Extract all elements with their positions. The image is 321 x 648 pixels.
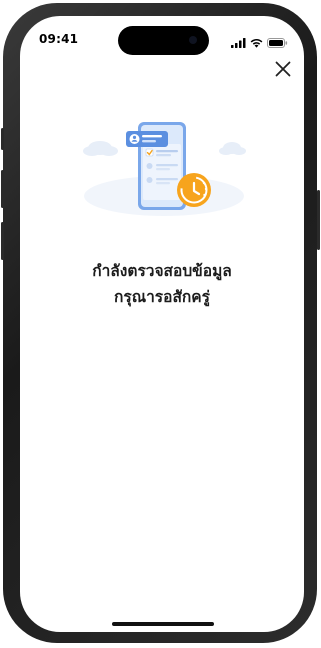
- close-button[interactable]: [272, 60, 294, 82]
- cellular-signal-icon: [231, 33, 246, 52]
- message-title: กำลังตรวจสอบข้อมูล: [92, 262, 232, 280]
- side-button-volume-up: [1, 170, 4, 208]
- verification-illustration: [76, 114, 252, 224]
- app-screen: 09:41 กำลังตรวจสอบข้อมูล กรุณารอสักครู่: [20, 16, 304, 632]
- wifi-icon: [250, 33, 263, 52]
- camera-icon: [189, 36, 197, 44]
- status-time: 09:41: [39, 32, 79, 46]
- home-indicator[interactable]: [112, 622, 214, 626]
- cloud-left-icon: [83, 141, 118, 156]
- status-icons: [231, 33, 288, 52]
- battery-icon: [267, 33, 288, 52]
- status-message: กำลังตรวจสอบข้อมูล กรุณารอสักครู่: [20, 258, 304, 310]
- side-button-volume-down: [1, 222, 4, 260]
- document-verification-clock-icon: [83, 122, 246, 216]
- message-subtitle: กรุณารอสักครู่: [114, 288, 210, 306]
- close-icon: [275, 61, 291, 81]
- clock-icon: [177, 173, 211, 207]
- side-button-power: [317, 190, 320, 250]
- side-button-silent: [1, 128, 4, 150]
- dynamic-island: [118, 26, 209, 55]
- cloud-right-icon: [219, 142, 246, 155]
